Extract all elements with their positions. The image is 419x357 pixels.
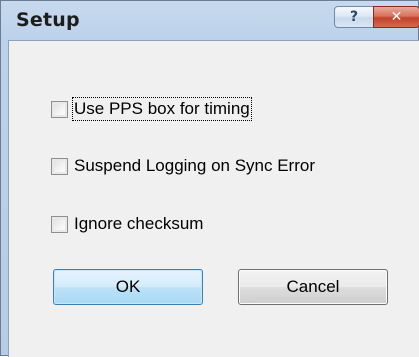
option-label: Ignore checksum [74, 214, 204, 233]
close-button[interactable]: ✕ [373, 6, 419, 28]
dialog-title: Setup [16, 9, 80, 31]
ok-button[interactable]: OK [53, 269, 203, 305]
option-suspend-logging[interactable]: Suspend Logging on Sync Error [51, 153, 316, 179]
close-icon: ✕ [390, 9, 403, 25]
option-use-pps-box[interactable]: Use PPS box for timing [51, 96, 252, 122]
checkbox-suspend-logging[interactable] [51, 157, 68, 175]
title-bar[interactable]: Setup ? ✕ [1, 1, 419, 39]
cancel-button[interactable]: Cancel [238, 269, 388, 305]
dialog-body: Use PPS box for timing Suspend Logging o… [8, 40, 419, 357]
help-button[interactable]: ? [334, 6, 374, 28]
setup-dialog: Setup ? ✕ Use PPS box for timing Suspend… [0, 0, 419, 357]
option-ignore-checksum[interactable]: Ignore checksum [51, 211, 204, 237]
option-label: Suspend Logging on Sync Error [74, 156, 315, 175]
checkbox-ignore-checksum[interactable] [51, 215, 68, 233]
help-icon: ? [349, 9, 359, 25]
checkbox-use-pps-box[interactable] [51, 100, 68, 118]
option-label: Use PPS box for timing [72, 97, 252, 121]
